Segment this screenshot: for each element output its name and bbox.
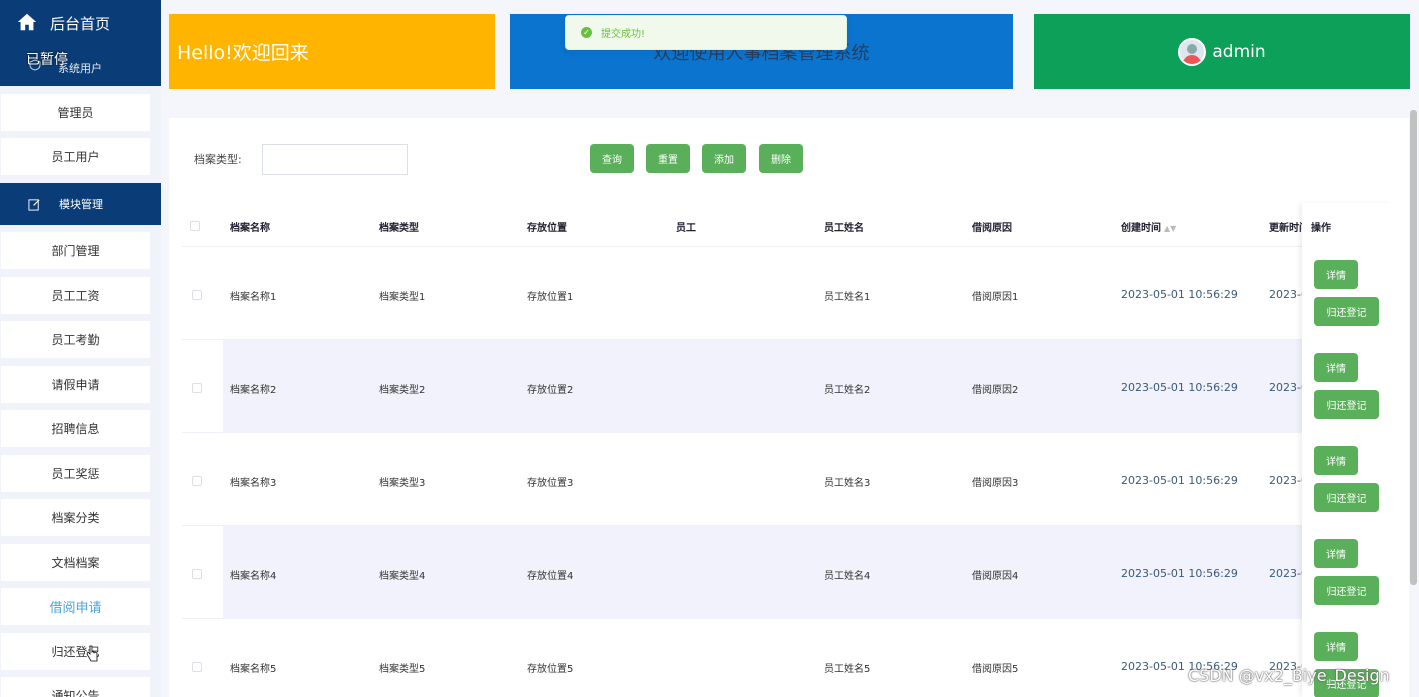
cell-reason: 借阅原因5: [972, 664, 1019, 675]
return-register-button[interactable]: 归还登记: [1314, 576, 1379, 605]
user-card[interactable]: admin: [1034, 14, 1410, 89]
cell-name: 档案名称4: [230, 571, 277, 582]
cell-reason: 借阅原因3: [972, 478, 1019, 489]
sidebar-home[interactable]: 后台首页 已暂停 系统用户: [0, 0, 161, 86]
detail-button[interactable]: 详情: [1314, 632, 1358, 661]
cell-type: 档案类型4: [379, 571, 426, 582]
sidebar-item[interactable]: 员工用户: [1, 138, 150, 175]
detail-button[interactable]: 详情: [1314, 260, 1358, 289]
sidebar-item[interactable]: 档案分类: [1, 499, 150, 536]
cell-name: 档案名称2: [230, 385, 277, 396]
sidebar-item[interactable]: 员工工资: [1, 276, 150, 314]
cell-employee_name: 员工姓名5: [824, 664, 871, 675]
cell-name: 档案名称5: [230, 664, 277, 675]
avatar[interactable]: [1178, 37, 1207, 66]
cell-reason: 借阅原因4: [972, 571, 1019, 582]
page-scrollbar[interactable]: [1410, 110, 1417, 585]
col-created[interactable]: 创建时间 ▲▼: [1121, 219, 1176, 234]
cell-created: 2023-05-01 10:56:29: [1121, 381, 1238, 394]
col-employee-name: 员工姓名: [824, 223, 864, 234]
return-register-button[interactable]: 归还登记: [1314, 483, 1379, 512]
home-icon: [17, 13, 37, 31]
cell-reason: 借阅原因1: [972, 292, 1019, 303]
toast-message: 提交成功!: [601, 29, 646, 40]
return-register-button[interactable]: 归还登记: [1314, 390, 1379, 419]
detail-button[interactable]: 详情: [1314, 446, 1358, 475]
select-all-checkbox[interactable]: [190, 221, 200, 231]
sidebar-item[interactable]: 文档档案: [1, 543, 150, 581]
detail-button[interactable]: 详情: [1314, 539, 1358, 568]
row-checkbox[interactable]: [192, 662, 202, 672]
sidebar-item[interactable]: 员工奖惩: [1, 454, 150, 492]
cell-created: 2023-05-01 10:56:29: [1121, 288, 1238, 301]
cell-employee_name: 员工姓名3: [824, 478, 871, 489]
col-actions: 操作: [1311, 223, 1331, 234]
check-icon: ✓: [581, 27, 592, 38]
sidebar-item[interactable]: 部门管理: [1, 232, 150, 269]
table-header: 档案名称 档案类型 存放位置 员工 员工姓名 借阅原因 创建时间 ▲▼ 更新时间: [182, 203, 1392, 247]
cell-employee_name: 员工姓名4: [824, 571, 871, 582]
col-created-label: 创建时间: [1121, 223, 1161, 234]
sidebar: 后台首页 已暂停 系统用户 管理员员工用户 模块管理 部门管理员工工资员工考勤请…: [0, 0, 161, 697]
return-register-button[interactable]: 归还登记: [1314, 297, 1379, 326]
cell-employee_name: 员工姓名1: [824, 292, 871, 303]
sidebar-item[interactable]: 招聘信息: [1, 410, 150, 447]
archive-type-input[interactable]: [262, 144, 408, 175]
username: admin: [1212, 41, 1266, 62]
cell-employee_name: 员工姓名2: [824, 385, 871, 396]
row-checkbox[interactable]: [192, 290, 202, 300]
sidebar-item[interactable]: 通知公告: [1, 677, 150, 697]
hello-text: Hello!欢迎回来: [177, 42, 309, 64]
col-location: 存放位置: [527, 223, 567, 234]
cell-reason: 借阅原因2: [972, 385, 1019, 396]
sort-icon[interactable]: ▲▼: [1164, 224, 1176, 233]
col-name: 档案名称: [230, 223, 270, 234]
hand-cursor-icon: [86, 645, 98, 662]
row-checkbox[interactable]: [192, 383, 202, 393]
hello-card: Hello!欢迎回来: [169, 14, 495, 89]
table-row[interactable]: 档案名称3 档案类型3 存放位置3 员工姓名3 借阅原因3 2023-05-01 10:5…: [182, 433, 1392, 526]
cell-name: 档案名称1: [230, 292, 277, 303]
cell-type: 档案类型2: [379, 385, 426, 396]
cell-location: 存放位置5: [527, 664, 574, 675]
cell-location: 存放位置1: [527, 292, 574, 303]
sidebar-item[interactable]: 请假申请: [1, 365, 150, 403]
edit-icon: [28, 198, 40, 211]
paused-overlay: 已暂停: [26, 52, 68, 68]
cell-created: 2023-05-01 10:56:29: [1121, 474, 1238, 487]
sidebar-item[interactable]: 借阅申请: [1, 588, 150, 625]
row-checkbox[interactable]: [192, 569, 202, 579]
actions-column: 操作 详情 归还登记 详情 归还登记 详情 归还登记 详情 归还登记 详情 归还登记: [1302, 203, 1392, 697]
sidebar-item[interactable]: 管理员: [1, 94, 150, 131]
sidebar-item[interactable]: 员工考勤: [1, 321, 150, 358]
table-row[interactable]: 档案名称4 档案类型4 存放位置4 员工姓名4 借阅原因4 2023-05-01 10:5…: [182, 526, 1392, 619]
cell-created: 2023-05-01 10:56:29: [1121, 567, 1238, 580]
watermark: CSDN @vx2_Biye_Design: [1188, 666, 1390, 685]
delete-button[interactable]: 删除: [759, 144, 803, 173]
table-row[interactable]: 档案名称1 档案类型1 存放位置1 员工姓名1 借阅原因1 2023-05-01 10:5…: [182, 247, 1392, 340]
cell-location: 存放位置3: [527, 478, 574, 489]
cell-type: 档案类型1: [379, 292, 426, 303]
row-checkbox[interactable]: [192, 476, 202, 486]
cell-type: 档案类型3: [379, 478, 426, 489]
table-row[interactable]: 档案名称2 档案类型2 存放位置2 员工姓名2 借阅原因2 2023-05-01 10:5…: [182, 340, 1392, 433]
col-employee: 员工: [676, 223, 696, 234]
cell-location: 存放位置4: [527, 571, 574, 582]
sidebar-item[interactable]: 归还登记: [1, 632, 150, 670]
table-row[interactable]: 档案名称5 档案类型5 存放位置5 员工姓名5 借阅原因5 2023-05-01 10:5…: [182, 619, 1392, 697]
module-section-header[interactable]: 模块管理: [0, 183, 161, 225]
query-button[interactable]: 查询: [590, 144, 634, 173]
module-section-label: 模块管理: [59, 198, 103, 211]
col-reason: 借阅原因: [972, 223, 1012, 234]
add-button[interactable]: 添加: [702, 144, 746, 173]
cell-location: 存放位置2: [527, 385, 574, 396]
cell-name: 档案名称3: [230, 478, 277, 489]
success-toast: ✓ 提交成功!: [565, 15, 847, 50]
col-type: 档案类型: [379, 223, 419, 234]
detail-button[interactable]: 详情: [1314, 353, 1358, 382]
home-label: 后台首页: [50, 15, 111, 33]
search-label: 档案类型:: [194, 153, 242, 166]
cell-type: 档案类型5: [379, 664, 426, 675]
reset-button[interactable]: 重置: [646, 144, 690, 173]
